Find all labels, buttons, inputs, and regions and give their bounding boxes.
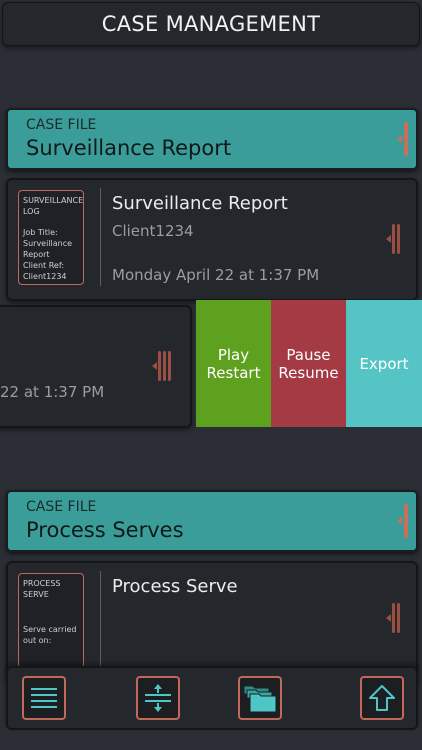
play-restart-button[interactable]: Play Restart [196, 300, 271, 427]
thumbnail-line: Serve carried [23, 625, 77, 634]
expand-collapse-button[interactable] [136, 676, 180, 720]
card-date: 22 at 1:37 PM [0, 383, 105, 401]
document-thumbnail: SURVEILLANCE LOG Job Title: Surveillance… [18, 190, 84, 285]
pause-resume-button[interactable]: Pause Resume [271, 300, 346, 427]
upload-icon [369, 685, 395, 711]
case-file-kicker: CASE FILE [26, 499, 97, 515]
thumbnail-heading: PROCESS SERVE [23, 579, 61, 599]
page-title: CASE MANAGEMENT [101, 12, 321, 36]
divider [100, 571, 101, 669]
bottom-toolbar [6, 666, 418, 730]
upload-button[interactable] [360, 676, 404, 720]
thumbnail-line: Client1234 [23, 272, 67, 281]
thumbnail-line: Client Ref: [23, 261, 65, 270]
drag-handle-icon[interactable] [386, 603, 402, 633]
thumbnail-heading: SURVEILLANCE LOG [23, 196, 84, 216]
case-file-header-surveillance[interactable]: CASE FILE Surveillance Report [6, 108, 418, 170]
collapse-handle-icon[interactable] [394, 122, 408, 156]
card-date: Monday April 22 at 1:37 PM [112, 266, 320, 284]
expand-collapse-icon [145, 684, 171, 712]
folders-button[interactable] [238, 676, 282, 720]
divider [100, 188, 101, 286]
thumbnail-line: out on: [23, 636, 52, 645]
thumbnail-line: Surveillance Report [23, 239, 73, 259]
folders-icon [243, 685, 277, 713]
drag-handle-icon[interactable] [152, 351, 176, 381]
action-label: Play [217, 345, 250, 364]
card-title: Process Serve [112, 576, 238, 597]
case-file-header-process[interactable]: CASE FILE Process Serves [6, 490, 418, 552]
action-label: Restart [206, 363, 261, 382]
thumbnail-line: Job Title: [23, 228, 58, 237]
document-thumbnail: PROCESS SERVE Serve carried out on: [18, 573, 84, 668]
action-label: Pause [286, 345, 331, 364]
case-file-kicker: CASE FILE [26, 117, 97, 133]
case-file-name: Surveillance Report [26, 136, 232, 160]
case-file-name: Process Serves [26, 518, 184, 542]
action-label: Export [359, 354, 409, 373]
collapse-handle-icon[interactable] [394, 504, 408, 538]
drag-handle-icon[interactable] [386, 224, 402, 254]
client-ref: Client1234 [112, 222, 194, 240]
action-label: Resume [278, 363, 339, 382]
case-card-swiped[interactable]: 22 at 1:37 PM [0, 305, 192, 428]
card-title: Surveillance Report [112, 193, 288, 214]
case-card-surveillance[interactable]: SURVEILLANCE LOG Job Title: Surveillance… [6, 178, 418, 301]
app-title-bar: CASE MANAGEMENT [2, 2, 420, 46]
menu-button[interactable] [22, 676, 66, 720]
menu-icon [31, 688, 57, 708]
export-button[interactable]: Export [346, 300, 422, 427]
